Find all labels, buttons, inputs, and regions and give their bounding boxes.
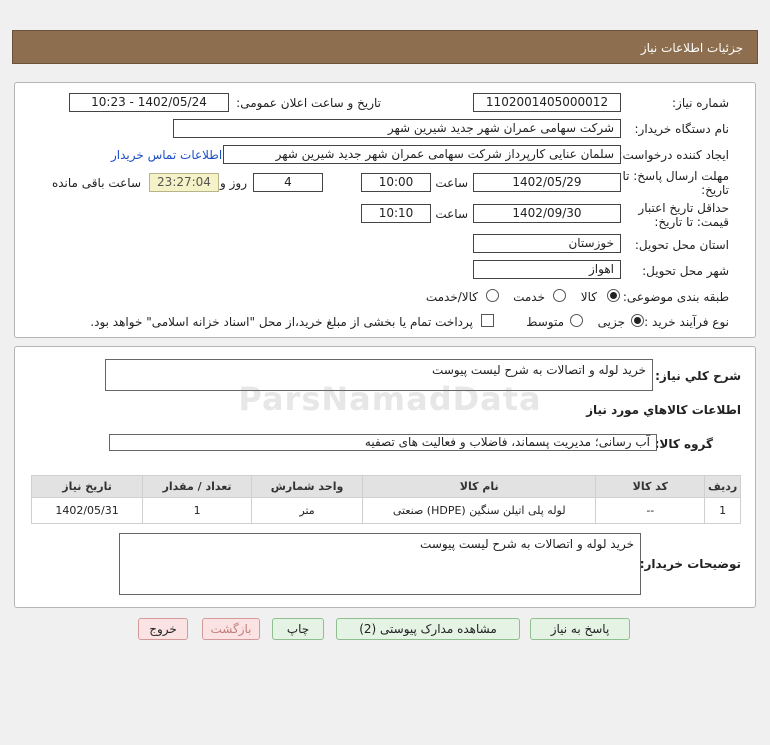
cell-quantity: 1 — [142, 497, 252, 524]
announce-label: تاریخ و ساعت اعلان عمومی: — [236, 96, 381, 110]
buyer-org-field: شرکت سهامی عمران شهر جدید شیرین شهر — [173, 119, 621, 138]
col-header-row-number: ردیف — [704, 475, 741, 498]
payment-note: پرداخت تمام یا بخشی از مبلغ خرید،از محل … — [90, 315, 473, 329]
category-radio-goods[interactable] — [607, 289, 620, 302]
remaining-label: ساعت باقی مانده — [51, 176, 141, 190]
need-number-label: شماره نیاز: — [672, 96, 729, 110]
cell-row-number: 1 — [704, 497, 741, 524]
cell-goods-code: -- — [595, 497, 706, 524]
validity-label-1: حداقل تاریخ اعتبار — [638, 201, 729, 215]
creator-label: ایجاد کننده درخواست: — [618, 148, 729, 162]
creator-field: سلمان عنایی کارپرداز شرکت سهامی عمران شه… — [223, 145, 621, 164]
col-header-goods-code: کد کالا — [595, 475, 706, 498]
goods-group-label: گروه کالا: — [654, 437, 713, 451]
goods-table-header-row: ردیف کد کالا نام کالا واحد شمارش تعداد /… — [30, 475, 741, 498]
category-option-service: خدمت — [513, 290, 545, 304]
process-option-minor: جزیی — [597, 315, 625, 329]
process-radio-medium[interactable] — [570, 314, 583, 327]
validity-label-2: قیمت: تا تاریخ: — [654, 215, 729, 229]
province-label: استان محل تحویل: — [634, 238, 729, 252]
treasury-checkbox[interactable] — [481, 314, 494, 327]
description-label: شرح کلي نياز: — [655, 369, 741, 383]
deadline-label-2: تاریخ: — [701, 183, 729, 197]
buyer-contact-link[interactable]: اطلاعات تماس خریدار — [111, 148, 222, 162]
view-attachments-button[interactable]: مشاهده مدارک پیوستی (2) — [336, 618, 520, 640]
process-label: نوع فرآیند خرید : — [644, 315, 729, 329]
validity-time-label: ساعت — [435, 207, 468, 221]
buyer-org-label: نام دستگاه خریدار: — [634, 122, 730, 136]
category-radio-goods-service[interactable] — [486, 289, 499, 302]
validity-time-field: 10:10 — [361, 204, 431, 223]
category-radio-service[interactable] — [553, 289, 566, 302]
process-option-medium: متوسط — [526, 315, 564, 329]
validity-date-field: 1402/09/30 — [473, 204, 621, 223]
col-header-need-date: تاریخ نیاز — [30, 475, 144, 498]
print-button[interactable]: چاپ — [272, 618, 324, 640]
deadline-date-field: 1402/05/29 — [473, 173, 621, 192]
table-row: 1 -- لوله پلی اتیلن سنگین (HDPE) صنعتی م… — [30, 497, 741, 524]
description-field: خرید لوله و اتصالات به شرح لیست پیوست — [105, 359, 653, 391]
goods-group-field: آب رسانی؛ مدیریت پسماند، فاضلاب و فعالیت… — [109, 434, 657, 451]
col-header-quantity: تعداد / مقدار — [142, 475, 252, 498]
col-header-unit: واحد شمارش — [250, 475, 364, 498]
cell-unit: متر — [250, 497, 364, 524]
back-button[interactable]: بازگشت — [202, 618, 260, 640]
deadline-time-field: 10:00 — [361, 173, 431, 192]
cell-goods-name: لوله پلی اتیلن سنگین (HDPE) صنعتی — [362, 497, 597, 524]
exit-button[interactable]: خروج — [138, 618, 188, 640]
buyer-notes-label: توضیحات خریدار: — [639, 557, 741, 571]
need-details-panel: شرح کلي نياز: خرید لوله و اتصالات به شرح… — [14, 346, 756, 608]
city-field: اهواز — [473, 260, 621, 279]
category-option-goods-service: کالا/خدمت — [425, 290, 478, 304]
cell-need-date: 1402/05/31 — [30, 497, 144, 524]
reply-button[interactable]: پاسخ به نیاز — [530, 618, 630, 640]
city-label: شهر محل تحویل: — [642, 264, 729, 278]
need-info-panel: شماره نیاز: 1102001405000012 تاریخ و ساع… — [14, 82, 756, 338]
col-header-goods-name: نام کالا — [362, 475, 597, 498]
page-header: جزئیات اطلاعات نیاز — [12, 30, 758, 64]
process-radio-minor[interactable] — [631, 314, 644, 327]
buyer-notes-field: خرید لوله و اتصالات به شرح لیست پیوست — [119, 533, 641, 595]
remaining-time-field: 23:27:04 — [149, 173, 219, 192]
days-label: روز و — [220, 176, 247, 190]
goods-table: ردیف کد کالا نام کالا واحد شمارش تعداد /… — [30, 475, 741, 524]
province-field: خوزستان — [473, 234, 621, 253]
category-label: طبقه بندی موضوعی: — [622, 290, 729, 304]
goods-info-title: اطلاعات کالاهاي مورد نياز — [586, 403, 741, 417]
page-title: جزئیات اطلاعات نیاز — [640, 41, 743, 55]
need-number-field: 1102001405000012 — [473, 93, 621, 112]
days-field: 4 — [253, 173, 323, 192]
announce-field: 1402/05/24 - 10:23 — [69, 93, 229, 112]
category-option-goods: کالا — [580, 290, 597, 304]
deadline-time-label: ساعت — [435, 176, 468, 190]
deadline-label-1: مهلت ارسال پاسخ: تا — [622, 169, 729, 183]
